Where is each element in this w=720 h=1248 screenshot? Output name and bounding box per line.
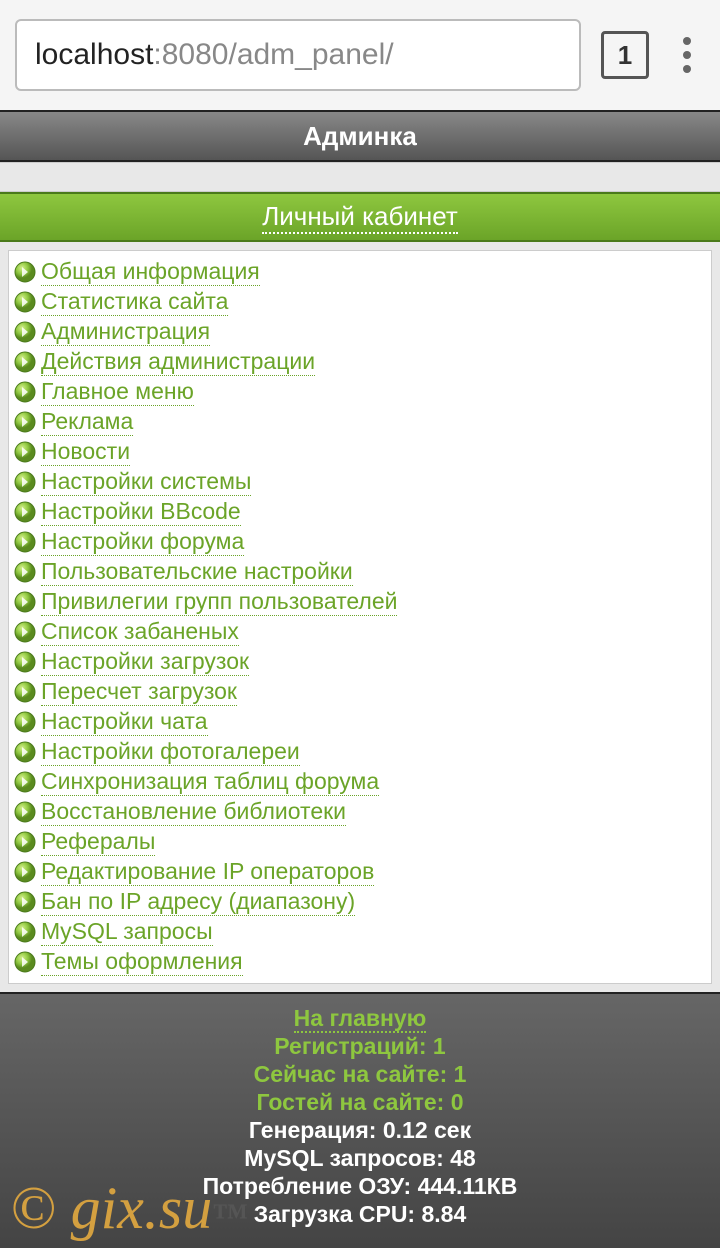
menu-item: Администрация xyxy=(13,317,707,347)
menu-link[interactable]: Настройки BBcode xyxy=(41,498,241,526)
menu-item: Статистика сайта xyxy=(13,287,707,317)
menu-item: Настройки фотогалереи xyxy=(13,737,707,767)
menu-item: Настройки загрузок xyxy=(13,647,707,677)
menu-link[interactable]: MySQL запросы xyxy=(41,918,213,946)
menu-item: Темы оформления xyxy=(13,947,707,977)
arrow-bullet-icon xyxy=(13,530,37,554)
arrow-bullet-icon xyxy=(13,290,37,314)
admin-menu: Общая информация Статистика сайта Админи… xyxy=(8,250,712,984)
arrow-bullet-icon xyxy=(13,620,37,644)
section-title[interactable]: Личный кабинет xyxy=(262,201,458,234)
menu-link[interactable]: Пересчет загрузок xyxy=(41,678,237,706)
more-dot-icon xyxy=(683,51,691,59)
menu-link[interactable]: Настройки форума xyxy=(41,528,244,556)
url-path: :8080/adm_panel/ xyxy=(153,38,393,72)
stat-generation: Генерация: 0.12 сек xyxy=(0,1116,720,1144)
menu-item: Бан по IP адресу (диапазону) xyxy=(13,887,707,917)
arrow-bullet-icon xyxy=(13,740,37,764)
menu-item: Список забаненых xyxy=(13,617,707,647)
menu-link[interactable]: Действия администрации xyxy=(41,348,315,376)
menu-link[interactable]: Список забаненых xyxy=(41,618,239,646)
more-dot-icon xyxy=(683,37,691,45)
menu-item: Реклама xyxy=(13,407,707,437)
menu-item: Настройки форума xyxy=(13,527,707,557)
arrow-bullet-icon xyxy=(13,860,37,884)
url-bar[interactable]: localhost:8080/adm_panel/ xyxy=(15,19,581,91)
menu-item: Пользовательские настройки xyxy=(13,557,707,587)
menu-link[interactable]: Администрация xyxy=(41,318,210,346)
arrow-bullet-icon xyxy=(13,440,37,464)
arrow-bullet-icon xyxy=(13,350,37,374)
menu-link[interactable]: Общая информация xyxy=(41,258,260,286)
arrow-bullet-icon xyxy=(13,560,37,584)
section-header: Личный кабинет xyxy=(0,192,720,242)
menu-link[interactable]: Рефералы xyxy=(41,828,155,856)
menu-item: Действия администрации xyxy=(13,347,707,377)
stat-guests: Гостей на сайте: 0 xyxy=(0,1088,720,1116)
menu-link[interactable]: Синхронизация таблиц форума xyxy=(41,768,379,796)
stat-mysql: MySQL запросов: 48 xyxy=(0,1144,720,1172)
menu-item: Рефералы xyxy=(13,827,707,857)
arrow-bullet-icon xyxy=(13,650,37,674)
arrow-bullet-icon xyxy=(13,590,37,614)
menu-link[interactable]: Новости xyxy=(41,438,130,466)
arrow-bullet-icon xyxy=(13,260,37,284)
watermark: © gix.su™ xyxy=(10,1174,248,1243)
stat-online: Сейчас на сайте: 1 xyxy=(0,1060,720,1088)
arrow-bullet-icon xyxy=(13,920,37,944)
menu-item: Синхронизация таблиц форума xyxy=(13,767,707,797)
menu-item: Редактирование IP операторов xyxy=(13,857,707,887)
menu-link[interactable]: Восстановление библиотеки xyxy=(41,798,346,826)
menu-link[interactable]: Статистика сайта xyxy=(41,288,228,316)
menu-item: Общая информация xyxy=(13,257,707,287)
page-title-bar: Админка xyxy=(0,110,720,162)
arrow-bullet-icon xyxy=(13,950,37,974)
arrow-bullet-icon xyxy=(13,830,37,854)
menu-link[interactable]: Настройки системы xyxy=(41,468,251,496)
arrow-bullet-icon xyxy=(13,500,37,524)
menu-item: Новости xyxy=(13,437,707,467)
arrow-bullet-icon xyxy=(13,320,37,344)
more-dot-icon xyxy=(683,65,691,73)
menu-item: Пересчет загрузок xyxy=(13,677,707,707)
arrow-bullet-icon xyxy=(13,380,37,404)
menu-link[interactable]: Бан по IP адресу (диапазону) xyxy=(41,888,355,916)
menu-item: Восстановление библиотеки xyxy=(13,797,707,827)
menu-link[interactable]: Настройки чата xyxy=(41,708,208,736)
menu-link[interactable]: Настройки загрузок xyxy=(41,648,249,676)
page-title: Админка xyxy=(303,121,417,152)
more-menu-button[interactable] xyxy=(669,31,705,79)
menu-link[interactable]: Темы оформления xyxy=(41,948,243,976)
menu-link[interactable]: Привилегии групп пользователей xyxy=(41,588,397,616)
arrow-bullet-icon xyxy=(13,770,37,794)
tabs-button[interactable]: 1 xyxy=(601,31,649,79)
menu-item: Главное меню xyxy=(13,377,707,407)
menu-item: Настройки BBcode xyxy=(13,497,707,527)
menu-link[interactable]: Пользовательские настройки xyxy=(41,558,353,586)
arrow-bullet-icon xyxy=(13,890,37,914)
menu-item: MySQL запросы xyxy=(13,917,707,947)
footer: На главную Регистраций: 1 Сейчас на сайт… xyxy=(0,992,720,1248)
arrow-bullet-icon xyxy=(13,710,37,734)
menu-link[interactable]: Редактирование IP операторов xyxy=(41,858,374,886)
menu-link[interactable]: Главное меню xyxy=(41,378,194,406)
arrow-bullet-icon xyxy=(13,800,37,824)
url-host: localhost xyxy=(35,38,153,72)
home-link[interactable]: На главную xyxy=(294,1005,427,1033)
menu-item: Настройки чата xyxy=(13,707,707,737)
stat-registrations: Регистраций: 1 xyxy=(0,1032,720,1060)
arrow-bullet-icon xyxy=(13,680,37,704)
menu-item: Настройки системы xyxy=(13,467,707,497)
arrow-bullet-icon xyxy=(13,470,37,494)
menu-link[interactable]: Настройки фотогалереи xyxy=(41,738,300,766)
tab-count: 1 xyxy=(618,40,632,71)
menu-link[interactable]: Реклама xyxy=(41,408,133,436)
spacer xyxy=(0,162,720,192)
arrow-bullet-icon xyxy=(13,410,37,434)
browser-chrome: localhost:8080/adm_panel/ 1 xyxy=(0,0,720,110)
menu-item: Привилегии групп пользователей xyxy=(13,587,707,617)
